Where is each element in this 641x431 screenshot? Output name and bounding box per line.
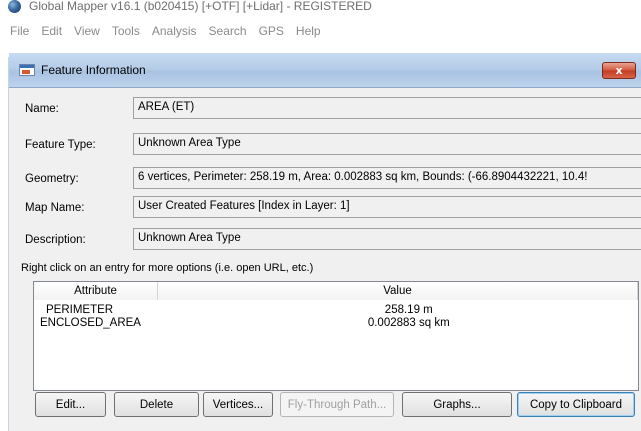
name-row: Name: AREA (ET) [9, 97, 641, 119]
menu-gps[interactable]: GPS [253, 24, 290, 38]
attribute-list[interactable]: Attribute Value PERIMETER 258.19 m ENCLO… [33, 281, 639, 391]
attribute-list-header: Attribute Value [34, 282, 638, 300]
menu-bar: File Edit View Tools Analysis Search GPS… [0, 21, 641, 40]
delete-button[interactable]: Delete [114, 392, 199, 417]
description-row: Description: Unknown Area Type [9, 228, 641, 250]
menu-tools[interactable]: Tools [106, 24, 146, 38]
vertices-button[interactable]: Vertices... [203, 392, 273, 417]
column-header-attribute[interactable]: Attribute [34, 282, 158, 300]
menu-help[interactable]: Help [290, 24, 327, 38]
column-header-value[interactable]: Value [158, 282, 638, 300]
feature-type-row: Feature Type: Unknown Area Type [9, 133, 641, 155]
app-title-bar: Global Mapper v16.1 (b020415) [+OTF] [+L… [0, 0, 641, 18]
globe-icon [8, 0, 21, 13]
geometry-label: Geometry: [25, 173, 79, 185]
close-button[interactable]: x [602, 62, 636, 79]
window-icon [19, 64, 35, 76]
description-label: Description: [25, 234, 86, 246]
description-field[interactable]: Unknown Area Type [133, 228, 641, 250]
copy-to-clipboard-button[interactable]: Copy to Clipboard [517, 392, 635, 417]
app-title: Global Mapper v16.1 (b020415) [+OTF] [+L… [29, 0, 372, 13]
dialog-title-bar[interactable]: Feature Information x [9, 53, 641, 88]
list-item[interactable]: PERIMETER 258.19 m [34, 304, 638, 317]
attribute-value: 0.002883 sq km [367, 317, 450, 329]
fly-through-path-button[interactable]: Fly-Through Path... [280, 392, 394, 417]
geometry-row: Geometry: 6 vertices, Perimeter: 258.19 … [9, 167, 641, 189]
map-name-field[interactable]: User Created Features [Index in Layer: 1… [133, 196, 641, 218]
hint-text: Right click on an entry for more options… [21, 262, 314, 274]
menu-analysis[interactable]: Analysis [146, 24, 203, 38]
menu-search[interactable]: Search [203, 24, 253, 38]
edit-button[interactable]: Edit... [35, 392, 106, 417]
list-item[interactable]: ENCLOSED_AREA 0.002883 sq km [34, 317, 638, 330]
feature-type-field[interactable]: Unknown Area Type [133, 133, 641, 155]
map-name-label: Map Name: [25, 202, 85, 214]
feature-information-dialog: Feature Information x Name: AREA (ET) Fe… [8, 53, 641, 431]
menu-file[interactable]: File [4, 24, 35, 38]
attribute-name: PERIMETER [46, 304, 114, 316]
map-name-row: Map Name: User Created Features [Index i… [9, 196, 641, 218]
menu-edit[interactable]: Edit [35, 24, 68, 38]
graphs-button[interactable]: Graphs... [402, 392, 512, 417]
menu-view[interactable]: View [68, 24, 106, 38]
name-field[interactable]: AREA (ET) [133, 97, 641, 119]
feature-type-label: Feature Type: [25, 139, 96, 151]
attribute-name: ENCLOSED_AREA [40, 317, 141, 329]
name-label: Name: [25, 103, 59, 115]
geometry-field[interactable]: 6 vertices, Perimeter: 258.19 m, Area: 0… [133, 167, 641, 189]
dialog-title: Feature Information [41, 63, 146, 77]
attribute-value: 258.19 m [384, 304, 433, 316]
